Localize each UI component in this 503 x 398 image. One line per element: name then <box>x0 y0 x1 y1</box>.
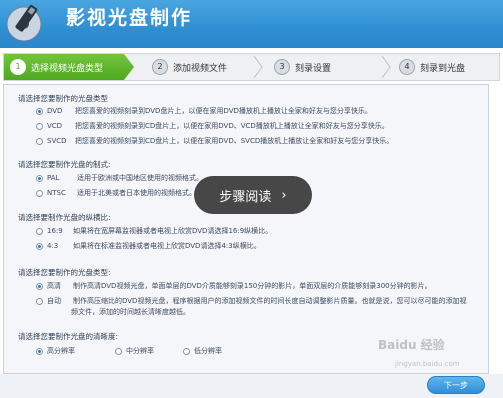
step-number: 3 <box>274 59 290 75</box>
radio-icon[interactable] <box>36 174 43 182</box>
disc-type-svcd-option[interactable]: SVCD 把您喜爱的视频刻录到CD盘片上，以便在家用DVD、SVCD播放机上播放… <box>36 136 393 146</box>
step-separator-icon <box>381 56 391 78</box>
app-title: 影视光盘制作 <box>66 7 193 29</box>
radio-icon[interactable] <box>115 347 122 355</box>
option-name: PAL <box>47 174 60 182</box>
tv-system-pal-option[interactable]: PAL 适用于欧洲或中国地区使用的视频格式。 <box>36 173 203 183</box>
overlay-label: 步骤阅读 <box>219 189 272 205</box>
radio-icon[interactable] <box>36 282 43 290</box>
option-desc: 适用于北美或者日本使用的视频格式。 <box>77 189 196 197</box>
quality-medium-option[interactable]: 中分辨率 <box>115 346 154 356</box>
option-name: VCD <box>47 122 63 130</box>
baidu-watermark-url: jingyan.baidu.com <box>395 360 460 368</box>
option-name: NTSC <box>47 189 66 197</box>
option-desc: 制作高压缩比的DVD视频光盘，程序根据用户的添加视频文件的时间长度自动调整影片质… <box>73 297 467 305</box>
radio-icon[interactable] <box>36 227 43 235</box>
step-label: 刻录到光盘 <box>420 63 466 74</box>
option-name: 低分辨率 <box>194 347 222 355</box>
option-name: DVD <box>47 107 63 115</box>
app-header: 影视光盘制作 <box>0 0 503 48</box>
disc-type-dvd-option[interactable]: DVD 把您喜爱的视频刻录到DVD盘片上，以便在家用DVD播放机上播放让全家和好… <box>36 106 372 116</box>
step-reading-overlay[interactable]: 步骤阅读 › <box>194 176 312 214</box>
radio-icon[interactable] <box>36 347 43 355</box>
tv-system-title: 请选择您要制作光盘的制式: <box>18 160 111 169</box>
aspect-4-3-option[interactable]: 4:3 如果将在标准监视器或者电视上欣赏DVD请选择4:3纵横比。 <box>36 241 261 251</box>
quality-title: 请选择您要制作光盘的清晰度: <box>18 332 119 341</box>
radio-icon[interactable] <box>36 137 43 145</box>
radio-icon[interactable] <box>36 297 43 305</box>
radio-icon[interactable] <box>183 347 190 355</box>
aspect-16-9-option[interactable]: 16:9 如果将在宽屏幕监视器或者电视上欣赏DVD请选择16:9纵横比。 <box>36 226 272 236</box>
radio-icon[interactable] <box>36 107 43 115</box>
option-name: 16:9 <box>47 227 63 235</box>
option-desc: 把您喜爱的视频刻录到DVD盘片上，以便在家用DVD播放机上播放让全家和好友与您分… <box>75 107 372 115</box>
step-label: 添加视频文件 <box>173 63 228 74</box>
radio-icon[interactable] <box>36 122 43 130</box>
radio-icon[interactable] <box>36 189 43 197</box>
baidu-watermark: Baidu 经验 <box>378 338 445 352</box>
option-name: 中分辨率 <box>126 347 154 355</box>
option-name: 自动 <box>47 297 61 305</box>
option-name: 4:3 <box>47 242 59 250</box>
option-desc: 适用于欧洲或中国地区使用的视频格式。 <box>77 174 203 182</box>
disc-camera-logo-icon <box>6 5 42 42</box>
step-4-tab[interactable]: 4 刻录到光盘 <box>393 54 499 80</box>
options-panel: 请选择您要制作的光盘类型 DVD 把您喜爱的视频刻录到DVD盘片上，以便在家用D… <box>3 84 489 374</box>
disc-type-title: 请选择您要制作的光盘类型 <box>18 94 108 103</box>
next-button[interactable]: 下一步 <box>427 376 485 394</box>
quality-high-option[interactable]: 高分辨率 <box>36 346 75 356</box>
option-desc: 如果将在宽屏幕监视器或者电视上欣赏DVD请选择16:9纵横比。 <box>73 227 273 235</box>
step-separator-icon <box>253 56 263 78</box>
option-desc: 把您喜爱的视频刻录到CD盘片上，以便在家用DVD、SVCD播放机上播放让全家和好… <box>75 137 394 145</box>
step-label: 刻录设置 <box>295 63 332 74</box>
step-label: 选择视频光盘类型 <box>31 63 104 74</box>
step-number: 2 <box>152 59 168 75</box>
chevron-right-icon: › <box>281 187 287 203</box>
tv-system-ntsc-option[interactable]: NTSC 适用于北美或者日本使用的视频格式。 <box>36 188 196 198</box>
option-name: 高分辨率 <box>47 347 75 355</box>
disc-kind-auto-option[interactable]: 自动 制作高压缩比的DVD视频光盘，程序根据用户的添加视频文件的时间长度自动调整… <box>36 296 466 306</box>
disc-type-vcd-option[interactable]: VCD 把您喜爱的视频刻录到CD盘片上，以便在家用DVD、VCD播放机上播放让全… <box>36 121 389 131</box>
option-name: 高清 <box>47 282 61 290</box>
wizard-steps: 1 选择视频光盘类型 2 添加视频文件 3 刻录设置 4 刻录到光盘 <box>3 53 500 81</box>
step-number: 4 <box>399 59 415 75</box>
option-desc: 如果将在标准监视器或者电视上欣赏DVD请选择4:3纵横比。 <box>73 242 261 250</box>
option-desc: 把您喜爱的视频刻录到CD盘片上，以便在家用DVD、VCD播放机上播放让全家和好友… <box>75 122 389 130</box>
option-desc-continued: 频文件，添加的时间越长清晰度越低。 <box>71 308 190 316</box>
disc-kind-title: 请选择您要制作的光盘类型: <box>18 268 111 277</box>
step-1-tab[interactable]: 1 选择视频光盘类型 <box>4 54 134 80</box>
option-name: SVCD <box>47 137 67 145</box>
step-2-tab[interactable]: 2 添加视频文件 <box>146 54 256 80</box>
aspect-title: 请选择要制作光盘的纵横比: <box>18 213 111 222</box>
step-3-tab[interactable]: 3 刻录设置 <box>268 54 378 80</box>
disc-kind-hd-option[interactable]: 高清 制作高清DVD视频光盘，单面单层的DVD介质能够刻录150分钟的影片，单面… <box>36 281 432 291</box>
radio-icon[interactable] <box>36 242 43 250</box>
option-desc: 制作高清DVD视频光盘，单面单层的DVD介质能够刻录150分钟的影片，单面双层的… <box>73 282 432 290</box>
step-number: 1 <box>10 59 26 75</box>
quality-low-option[interactable]: 低分辨率 <box>183 346 222 356</box>
